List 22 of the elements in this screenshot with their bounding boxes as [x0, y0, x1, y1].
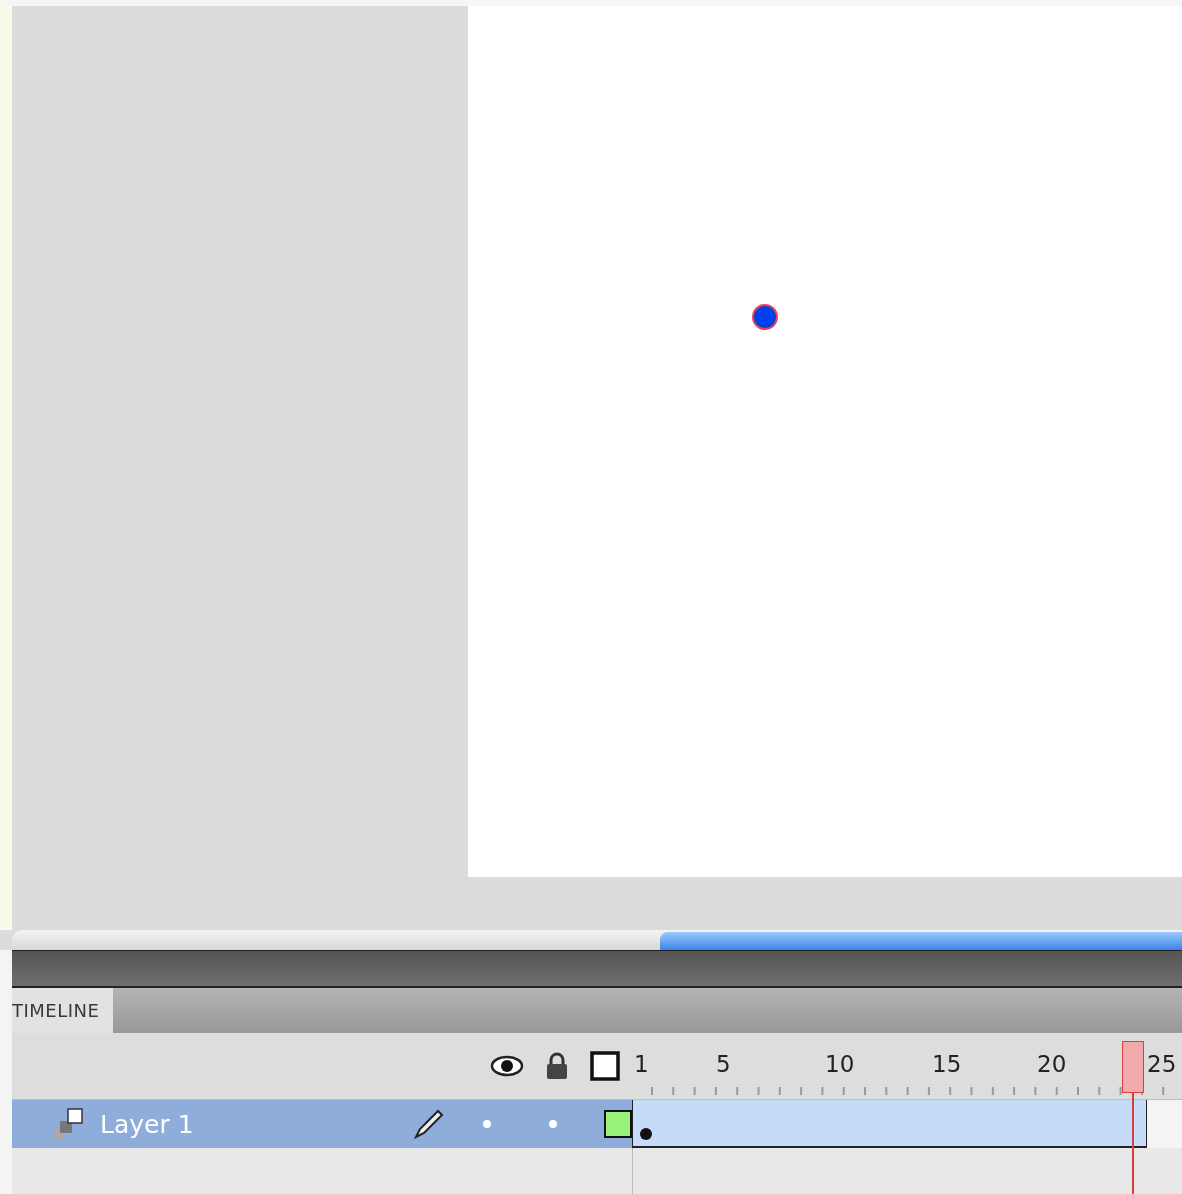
frame-number: 10	[825, 1051, 855, 1077]
pencil-icon	[412, 1107, 446, 1141]
frame-number: 20	[1037, 1051, 1067, 1077]
visibility-dot[interactable]	[483, 1120, 491, 1128]
tween-span[interactable]	[632, 1100, 1147, 1148]
horizontal-scrollbar[interactable]	[12, 930, 1182, 950]
lock-icon[interactable]	[544, 1051, 570, 1081]
outline-square-icon[interactable]	[590, 1051, 620, 1081]
lock-dot[interactable]	[549, 1120, 557, 1128]
frame-number: 15	[932, 1051, 962, 1077]
scrollbar-thumb[interactable]	[660, 932, 1182, 950]
keyframe-dot[interactable]	[640, 1128, 652, 1140]
circle-shape[interactable]	[751, 303, 779, 331]
layer-row[interactable]: Layer 1	[12, 1100, 632, 1148]
eye-icon[interactable]	[490, 1054, 524, 1078]
frame-number: 5	[716, 1051, 731, 1077]
timeline-tab[interactable]: TIMELINE	[12, 988, 114, 1033]
layer-name[interactable]: Layer 1	[100, 1109, 396, 1139]
frame-number: 25	[1147, 1051, 1177, 1077]
layer-color-swatch[interactable]	[604, 1110, 632, 1138]
layer-icon	[52, 1107, 84, 1141]
frame-number: 1	[634, 1051, 649, 1077]
